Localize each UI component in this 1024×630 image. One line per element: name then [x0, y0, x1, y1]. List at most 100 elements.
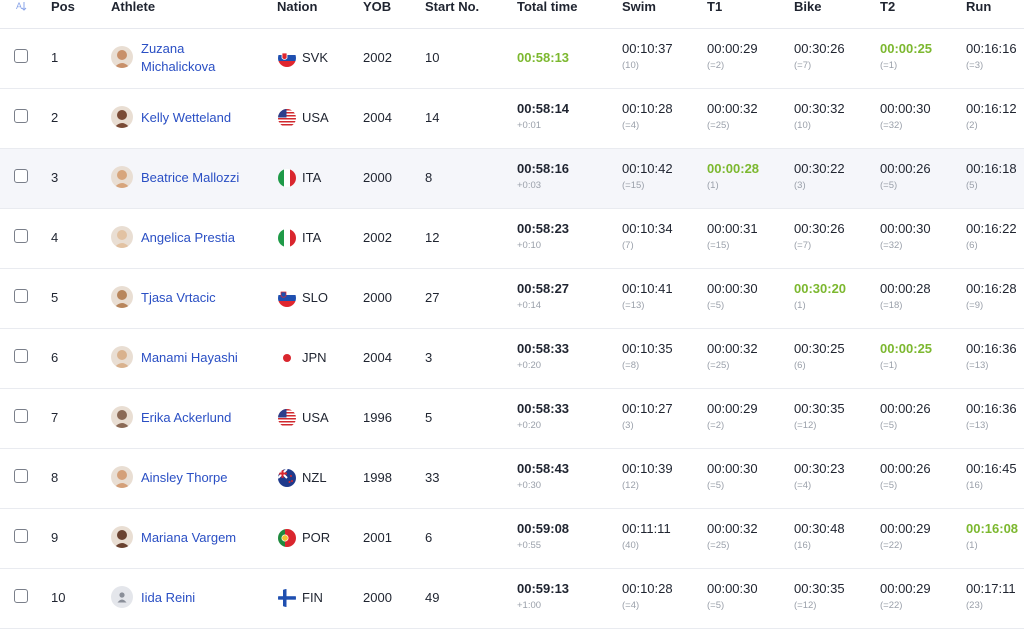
table-row[interactable]: 7 Erika Ackerlund USA 1996 5 00:58:33 +0:20 00:…	[0, 389, 1024, 449]
t2-time-value: 00:00:29	[880, 521, 931, 536]
swim-split-cell: 00:10:28 (=4)	[622, 101, 673, 133]
header-pos[interactable]: Pos	[51, 0, 75, 14]
swim-rank: (10)	[622, 60, 639, 71]
bike-rank: (=12)	[794, 420, 817, 431]
swim-time-value: 00:10:41	[622, 281, 673, 296]
t1-rank: (=2)	[707, 420, 725, 431]
bike-split-cell: 00:30:20 (1)	[794, 281, 846, 313]
t2-split-cell: 00:00:30 (=32)	[880, 221, 931, 253]
total-time-gap: +0:20	[517, 420, 542, 431]
row-checkbox[interactable]	[14, 589, 28, 603]
athlete-name-link[interactable]: Erika Ackerlund	[141, 409, 271, 427]
t2-split-cell: 00:00:25 (=1)	[880, 341, 932, 373]
header-athlete[interactable]: Athlete	[111, 0, 155, 14]
swim-split-cell: 00:10:28 (=4)	[622, 581, 673, 613]
position-value: 7	[51, 410, 59, 425]
t2-time-value: 00:00:26	[880, 401, 931, 416]
header-total-time[interactable]: Total time	[517, 0, 577, 14]
total-time-cell: 00:58:13	[517, 50, 569, 66]
athlete-name-link[interactable]: Angelica Prestia	[141, 229, 271, 247]
total-time-value: 00:58:16	[517, 161, 570, 176]
t2-split-cell: 00:00:26 (=5)	[880, 461, 931, 493]
header-start-no[interactable]: Start No.	[425, 0, 479, 14]
row-checkbox[interactable]	[14, 229, 28, 243]
header-run[interactable]: Run	[966, 0, 991, 14]
swim-time-value: 00:10:37	[622, 41, 673, 56]
flag-jpn-icon	[278, 349, 296, 367]
total-time-value: 00:58:13	[517, 50, 570, 65]
position-value: 9	[51, 530, 59, 545]
flag-ita-icon	[278, 229, 296, 247]
row-checkbox[interactable]	[14, 109, 28, 123]
athlete-photo-icon	[111, 106, 133, 128]
svg-text:A: A	[16, 1, 22, 11]
row-checkbox[interactable]	[14, 169, 28, 183]
athlete-name-link[interactable]: Iida Reini	[141, 589, 271, 607]
athlete-name-link[interactable]: Mariana Vargem	[141, 529, 271, 547]
t1-time-value: 00:00:30	[707, 281, 758, 296]
t1-rank: (=5)	[707, 300, 725, 311]
header-swim[interactable]: Swim	[622, 0, 656, 14]
header-yob[interactable]: YOB	[363, 0, 391, 14]
bike-split-cell: 00:30:35 (=12)	[794, 581, 845, 613]
table-row[interactable]: 3 Beatrice Mallozzi ITA 2000 8 00:58:16 +0:03 0…	[0, 149, 1024, 209]
bike-rank: (3)	[794, 180, 806, 191]
t1-time-value: 00:00:30	[707, 581, 758, 596]
row-checkbox[interactable]	[14, 529, 28, 543]
swim-time-value: 00:10:39	[622, 461, 673, 476]
nation-code: NZL	[302, 470, 327, 485]
table-row[interactable]: 6 Manami Hayashi JPN 2004 3 00:58:33 +0:20 00:1…	[0, 329, 1024, 389]
row-checkbox[interactable]	[14, 409, 28, 423]
run-rank: (6)	[966, 240, 978, 251]
flag-usa-icon	[278, 409, 296, 427]
header-t1[interactable]: T1	[707, 0, 722, 14]
header-nation[interactable]: Nation	[277, 0, 317, 14]
run-rank: (=9)	[966, 300, 984, 311]
swim-split-cell: 00:11:11 (40)	[622, 521, 671, 553]
run-rank: (16)	[966, 480, 983, 491]
row-checkbox[interactable]	[14, 49, 28, 63]
t2-rank: (=5)	[880, 420, 898, 431]
swim-split-cell: 00:10:34 (7)	[622, 221, 673, 253]
table-row[interactable]: 10 Iida Reini FIN 2000 49 00:59:13 +1:00 00:10:…	[0, 569, 1024, 629]
flag-por-icon	[278, 529, 296, 547]
t2-split-cell: 00:00:29 (=22)	[880, 521, 931, 553]
header-t2[interactable]: T2	[880, 0, 895, 14]
athlete-avatar	[111, 286, 133, 308]
table-row[interactable]: 1 Zuzana Michalickova SVK 2002 10 00:58:13 00:1…	[0, 29, 1024, 89]
row-checkbox[interactable]	[14, 469, 28, 483]
table-row[interactable]: 8 Ainsley Thorpe NZL 1998 33 00:58:43 +0:30 00:…	[0, 449, 1024, 509]
athlete-photo-icon	[111, 346, 133, 368]
nation-code: SLO	[302, 290, 329, 305]
athlete-name-link[interactable]: Tjasa Vrtacic	[141, 289, 271, 307]
athlete-name-link[interactable]: Kelly Wetteland	[141, 109, 271, 127]
t2-time-value: 00:00:25	[880, 41, 933, 56]
row-checkbox[interactable]	[14, 349, 28, 363]
bike-rank: (=12)	[794, 600, 817, 611]
total-time-cell: 00:58:43 +0:30	[517, 461, 569, 493]
position-value: 5	[51, 290, 59, 305]
flag-slo-icon	[278, 289, 296, 307]
bike-rank: (=4)	[794, 480, 812, 491]
athlete-name-link[interactable]: Beatrice Mallozzi	[141, 169, 271, 187]
run-time-value: 00:16:36	[966, 341, 1017, 356]
total-time-cell: 00:58:33 +0:20	[517, 341, 569, 373]
table-row[interactable]: 5 Tjasa Vrtacic SLO 2000 27 00:58:27 +0:14 00:1…	[0, 269, 1024, 329]
t1-split-cell: 00:00:29 (=2)	[707, 401, 758, 433]
athlete-name-link[interactable]: Ainsley Thorpe	[141, 469, 271, 487]
table-header: A Pos Athlete Nation YOB Start No. Total…	[0, 0, 1024, 29]
swim-split-cell: 00:10:27 (3)	[622, 401, 673, 433]
athlete-name-link[interactable]: Manami Hayashi	[141, 349, 271, 367]
athlete-avatar	[111, 466, 133, 488]
table-row[interactable]: 4 Angelica Prestia ITA 2002 12 00:58:23 +0:10 0…	[0, 209, 1024, 269]
table-row[interactable]: 2 Kelly Wetteland USA 2004 14 00:58:14 +0:01 00…	[0, 89, 1024, 149]
run-split-cell: 00:16:36 (=13)	[966, 401, 1017, 433]
header-bike[interactable]: Bike	[794, 0, 821, 14]
table-row[interactable]: 9 Mariana Vargem POR 2001 6 00:59:08 +0:55 00:1…	[0, 509, 1024, 569]
athlete-name-link[interactable]: Zuzana Michalickova	[141, 40, 271, 76]
swim-rank: (=4)	[622, 600, 640, 611]
row-checkbox[interactable]	[14, 289, 28, 303]
bike-time-value: 00:30:23	[794, 461, 845, 476]
run-rank: (1)	[966, 540, 978, 551]
sort-alpha-icon[interactable]: A	[15, 0, 29, 12]
